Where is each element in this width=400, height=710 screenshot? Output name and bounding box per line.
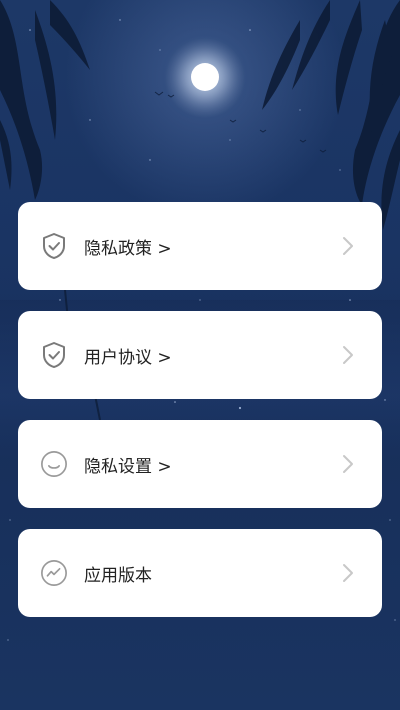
menu-item-user-agreement[interactable]: 用户协议 > bbox=[18, 311, 382, 399]
chevron-right-icon bbox=[342, 236, 354, 256]
app-screen: 隐私政策 > 用户协议 > 隐私设置 > 应用版本 bbox=[0, 0, 400, 710]
menu-item-label: 用户协议 > bbox=[84, 347, 172, 368]
trend-circle-icon bbox=[40, 559, 68, 587]
menu-item-privacy-policy[interactable]: 隐私政策 > bbox=[18, 202, 382, 290]
smile-circle-icon bbox=[40, 450, 68, 478]
chevron-right-icon bbox=[342, 454, 354, 474]
shield-check-icon bbox=[40, 232, 68, 260]
menu-item-label: 隐私设置 > bbox=[84, 456, 172, 477]
chevron-right-icon bbox=[342, 345, 354, 365]
chevron-right-icon bbox=[342, 563, 354, 583]
menu-item-app-version[interactable]: 应用版本 bbox=[18, 529, 382, 617]
menu-item-privacy-settings[interactable]: 隐私设置 > bbox=[18, 420, 382, 508]
menu-item-label: 隐私政策 > bbox=[84, 238, 172, 259]
menu-item-label: 应用版本 bbox=[84, 565, 152, 586]
shield-check-icon bbox=[40, 341, 68, 369]
